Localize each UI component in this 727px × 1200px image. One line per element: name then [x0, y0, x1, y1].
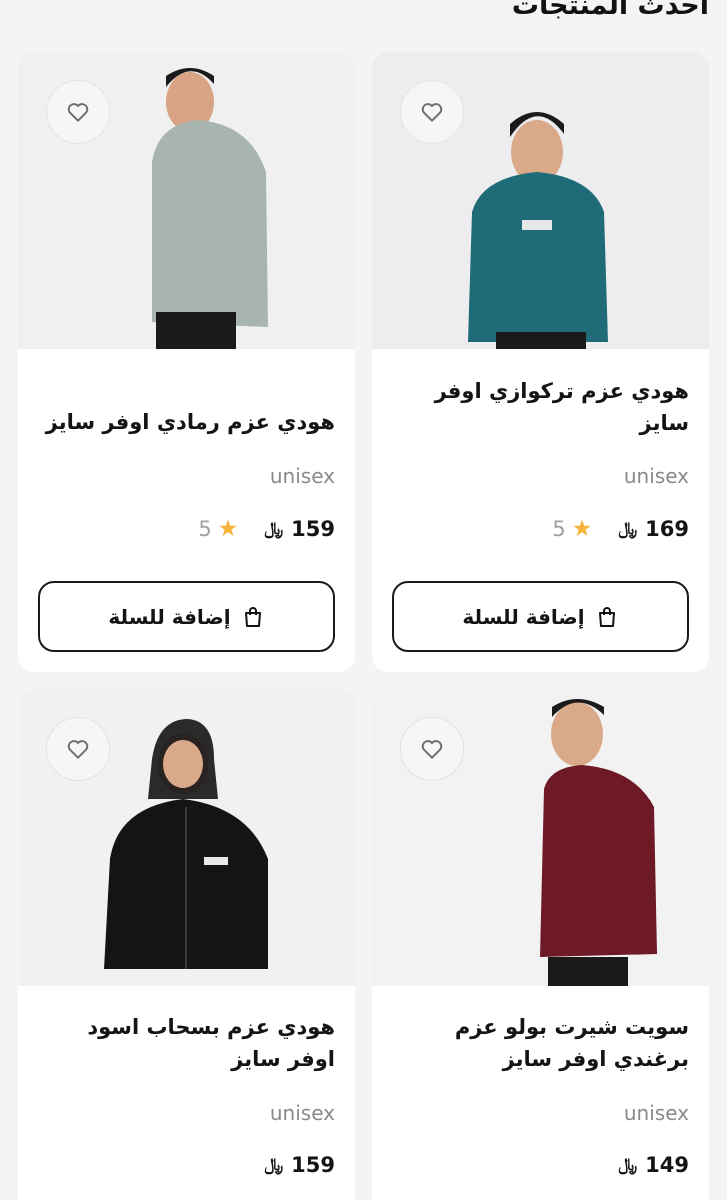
price-rating-row: 149 ﷼ [392, 1153, 689, 1177]
add-to-cart-button[interactable]: إضافة للسلة [392, 581, 689, 652]
add-to-cart-label: إضافة للسلة [462, 604, 585, 629]
product-tag: unisex [623, 464, 689, 488]
price-value: 169 [645, 517, 689, 541]
shopping-bag-icon [598, 606, 615, 627]
product-image[interactable] [372, 689, 709, 986]
section-title: احدث المنتجات [511, 0, 709, 21]
price-value: 159 [291, 1153, 335, 1177]
riyal-icon: ﷼ [264, 519, 284, 539]
heart-outline-icon [67, 103, 89, 122]
product-name[interactable]: سويت شيرت بولو عزم برغندي اوفر سايز [392, 1011, 689, 1075]
wishlist-button[interactable] [46, 717, 110, 781]
product-price: 159 ﷼ [264, 1153, 335, 1177]
product-tag: unisex [623, 1101, 689, 1125]
riyal-icon: ﷼ [618, 519, 638, 539]
star-icon: ★ [217, 516, 239, 542]
heart-outline-icon [421, 103, 443, 122]
heart-outline-icon [67, 740, 89, 759]
price-value: 159 [291, 517, 335, 541]
add-to-cart-button[interactable]: إضافة للسلة [38, 581, 335, 652]
heart-outline-icon [421, 740, 443, 759]
product-rating: ★ 5 [198, 516, 238, 542]
price-rating-row: 169 ﷼ ★ 5 [392, 516, 689, 542]
product-image[interactable] [18, 689, 355, 986]
product-card[interactable]: سويت شيرت بولو عزم برغندي اوفر سايز unis… [372, 689, 709, 1200]
price-value: 149 [645, 1153, 689, 1177]
product-tag: unisex [269, 464, 335, 488]
add-to-cart-label: إضافة للسلة [108, 604, 231, 629]
product-name[interactable]: هودي عزم بسحاب اسود اوفر سايز [38, 1011, 335, 1075]
product-name[interactable]: هودي عزم رمادي اوفر سايز [38, 406, 335, 438]
shopping-bag-icon [244, 606, 261, 627]
wishlist-button[interactable] [46, 80, 110, 144]
product-image[interactable] [372, 52, 709, 349]
star-icon: ★ [571, 516, 593, 542]
riyal-icon: ﷼ [618, 1155, 638, 1175]
price-rating-row: 159 ﷼ ★ 5 [38, 516, 335, 542]
product-price: 169 ﷼ [618, 517, 689, 541]
product-price: 149 ﷼ [618, 1153, 689, 1177]
product-tag: unisex [269, 1101, 335, 1125]
riyal-icon: ﷼ [264, 1155, 284, 1175]
product-image[interactable] [18, 52, 355, 349]
product-card[interactable]: هودي عزم تركوازي اوفر سايز unisex 169 ﷼ … [372, 52, 709, 672]
wishlist-button[interactable] [400, 80, 464, 144]
price-rating-row: 159 ﷼ [38, 1153, 335, 1177]
product-rating: ★ 5 [552, 516, 592, 542]
wishlist-button[interactable] [400, 717, 464, 781]
product-card[interactable]: هودي عزم رمادي اوفر سايز unisex 159 ﷼ ★ … [18, 52, 355, 672]
rating-value: 5 [198, 517, 212, 541]
product-price: 159 ﷼ [264, 517, 335, 541]
product-name[interactable]: هودي عزم تركوازي اوفر سايز [392, 375, 689, 439]
product-card[interactable]: هودي عزم بسحاب اسود اوفر سايز unisex 159… [18, 689, 355, 1200]
rating-value: 5 [552, 517, 566, 541]
